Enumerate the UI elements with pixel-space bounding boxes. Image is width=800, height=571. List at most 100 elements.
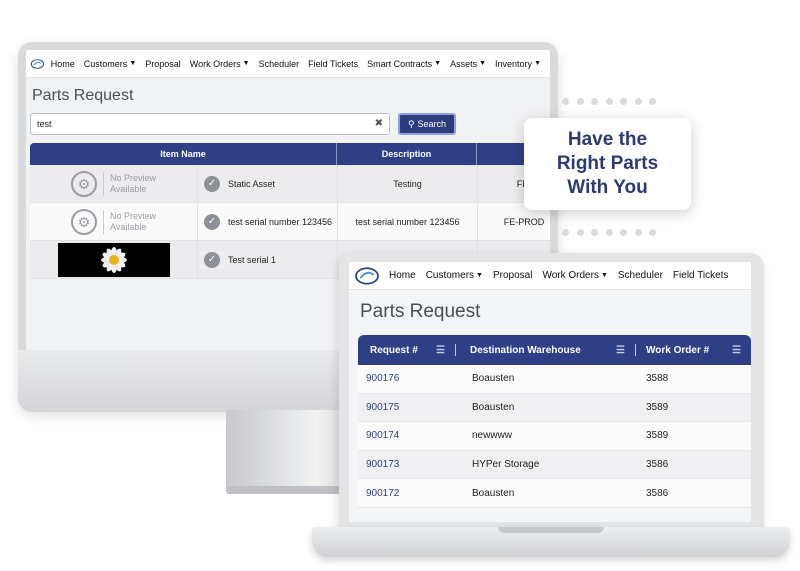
column-label: Request # <box>370 344 418 356</box>
column-menu-icon[interactable]: ☰ <box>436 345 445 356</box>
gear-icon: ⚙ <box>70 209 97 235</box>
nav-home[interactable]: Home <box>51 59 75 69</box>
table-row[interactable]: ⚙ No Preview Available ✓ test serial numb… <box>30 203 550 241</box>
no-preview-line2: Available <box>109 184 147 194</box>
item-name: Static Asset <box>228 178 276 189</box>
nav-field-tickets[interactable]: Field Tickets <box>308 59 358 69</box>
item-name-cell: ✓ Test serial 1 <box>198 241 337 278</box>
request-link[interactable]: 900176 <box>358 373 464 384</box>
request-link[interactable]: 900172 <box>358 488 464 499</box>
dot <box>634 98 642 105</box>
laptop-screen: Home Customers ▼ Proposal Work Orders ▼ Sc… <box>349 262 751 522</box>
nav-customers[interactable]: Customers ▼ <box>426 270 483 281</box>
nav-proposal[interactable]: Proposal <box>493 270 532 281</box>
dot <box>591 98 598 105</box>
nav-inventory[interactable]: Inventory ▼ <box>495 59 541 69</box>
column-header-request[interactable]: Request # ☰ <box>358 344 464 356</box>
no-preview-line2: Available <box>109 222 147 232</box>
nav-work-orders-label: Work Orders <box>542 270 599 281</box>
search-input-value: test <box>37 119 52 129</box>
work-order-number: 3588 <box>646 373 669 385</box>
divider <box>102 172 104 196</box>
nav-customers[interactable]: Customers ▼ <box>84 59 136 69</box>
table-row[interactable]: 900174 newwww 3589 <box>358 422 751 451</box>
dots-decoration-bottom <box>562 229 664 236</box>
marketing-stage: Home Customers ▼ Proposal Work Orders ▼ Sc… <box>0 0 800 571</box>
check-circle-icon[interactable]: ✓ <box>204 251 220 268</box>
dot <box>634 229 642 236</box>
request-link[interactable]: 900174 <box>358 430 464 441</box>
item-thumbnail: ⚙ No Preview Available <box>30 165 198 203</box>
nav-home[interactable]: Home <box>389 270 416 281</box>
work-order-number: 3589 <box>646 401 669 413</box>
divider <box>102 210 104 234</box>
dot <box>562 229 569 236</box>
dot <box>605 98 613 105</box>
table-row[interactable]: ⚙ No Preview Available ✓ Static Asset Tes… <box>30 165 550 203</box>
item-thumbnail: ⚙ No Preview Available <box>30 203 198 241</box>
table-row[interactable]: 900175 Boausten 3589 <box>358 393 751 423</box>
clear-icon[interactable]: ✖ <box>375 118 383 129</box>
nav-customers-label: Customers <box>83 58 128 69</box>
chevron-down-icon: ▼ <box>434 60 442 67</box>
table-row[interactable]: 900176 Boausten 3588 <box>358 365 751 394</box>
search-input[interactable]: test ✖ <box>30 113 390 135</box>
table-row[interactable]: 900172 Boausten 3586 <box>358 479 751 508</box>
item-name: Test serial 1 <box>228 254 277 265</box>
laptop-notch <box>498 527 604 533</box>
column-divider <box>635 344 636 356</box>
no-preview-line1: No Preview <box>109 173 156 183</box>
no-preview-line1: No Preview <box>109 211 156 221</box>
destination-warehouse: HYPer Storage <box>472 459 540 471</box>
request-link[interactable]: 900173 <box>358 459 464 470</box>
callout-line2: Right Parts <box>556 153 659 174</box>
column-menu-icon[interactable]: ☰ <box>616 345 625 356</box>
column-header-destination-warehouse[interactable]: Destination Warehouse ☰ <box>464 344 644 356</box>
table-row[interactable]: 900173 HYPer Storage 3586 <box>358 450 751 480</box>
dot <box>576 98 584 105</box>
laptop-navbar: Home Customers ▼ Proposal Work Orders ▼ Sc… <box>349 262 751 290</box>
destination-warehouse: Boausten <box>472 487 515 499</box>
nav-scheduler[interactable]: Scheduler <box>259 59 300 69</box>
column-divider <box>455 344 456 356</box>
nav-work-orders[interactable]: Work Orders ▼ <box>190 59 250 69</box>
requests-table: Request # ☰ Destination Warehouse ☰ Work… <box>358 335 751 508</box>
nav-assets[interactable]: Assets ▼ <box>450 59 486 69</box>
column-menu-icon[interactable]: ☰ <box>732 345 741 356</box>
search-row: test ✖ ⚲ Search <box>30 113 550 135</box>
brand-logo-icon[interactable] <box>353 265 381 287</box>
nav-smart-contracts[interactable]: Smart Contracts ▼ <box>367 59 441 69</box>
check-circle-icon[interactable]: ✓ <box>204 175 220 192</box>
item-description: Testing <box>337 165 477 202</box>
nav-scheduler[interactable]: Scheduler <box>618 270 663 281</box>
callout-headline: Have the Right Parts With You <box>557 128 658 200</box>
item-name-cell: ✓ Static Asset <box>198 165 337 202</box>
column-header-item-name[interactable]: Item Name <box>30 143 337 165</box>
no-preview-placeholder: ⚙ No Preview Available <box>70 209 156 235</box>
gear-icon: ⚙ <box>70 171 97 197</box>
search-button[interactable]: ⚲ Search <box>398 113 456 135</box>
work-order-number: 3589 <box>646 430 669 442</box>
chevron-down-icon: ▼ <box>534 60 541 67</box>
destination-warehouse: Boausten <box>472 401 515 413</box>
nav-work-orders-label: Work Orders <box>189 58 241 69</box>
column-header-work-order[interactable]: Work Order # ☰ <box>644 345 751 356</box>
column-header-description[interactable]: Description <box>337 143 477 165</box>
check-circle-icon[interactable]: ✓ <box>204 213 220 230</box>
chevron-down-icon: ▼ <box>242 60 250 67</box>
nav-proposal[interactable]: Proposal <box>145 59 181 69</box>
work-order-number: 3586 <box>646 487 669 499</box>
search-icon: ⚲ <box>407 118 415 129</box>
column-label: Destination Warehouse <box>470 344 581 356</box>
chevron-down-icon: ▼ <box>600 272 608 279</box>
no-preview-placeholder: ⚙ No Preview Available <box>70 171 156 197</box>
nav-work-orders[interactable]: Work Orders ▼ <box>542 270 607 281</box>
dot <box>649 229 656 236</box>
nav-field-tickets[interactable]: Field Tickets <box>673 270 729 281</box>
brand-logo-icon[interactable] <box>30 54 45 74</box>
dot <box>562 98 569 105</box>
request-link[interactable]: 900175 <box>358 402 464 413</box>
nav-smart-contracts-label: Smart Contracts <box>367 58 433 69</box>
items-table-header: Item Name Description <box>30 143 550 165</box>
item-description: test serial number 123456 <box>337 203 477 240</box>
